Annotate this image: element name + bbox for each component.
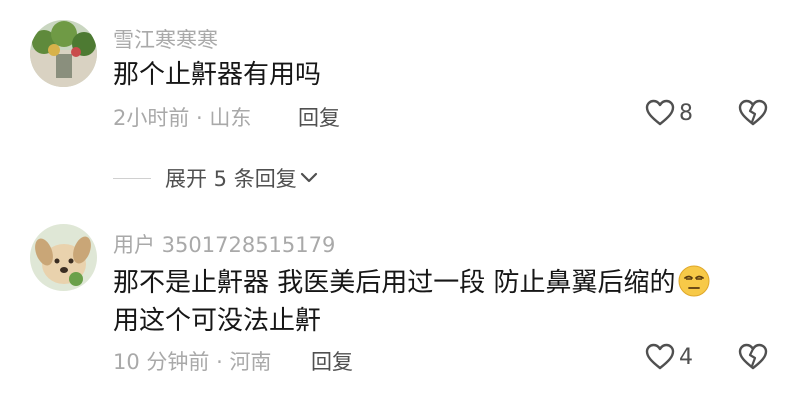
comment-location: 河南 [229,350,272,374]
expand-replies[interactable]: 展开 5 条回复 [113,163,319,193]
comment-text: 那个止鼾器有用吗 [113,56,321,94]
comment-username[interactable]: 用户 3501728515179 [113,229,335,259]
comment-text: 那不是止鼾器 我医美后用过一段 防止鼻翼后缩的 用这个可没法止鼾 [113,264,710,340]
comment-text-line: 那不是止鼾器 我医美后用过一段 防止鼻翼后缩的 [113,268,676,298]
dog-illustration-avatar-icon [30,224,97,291]
comment-meta: 2小时前 · 山东 [113,106,252,130]
dislike-button[interactable] [738,343,768,375]
like-button[interactable]: 4 [645,343,693,371]
reply-button[interactable]: 回复 [298,102,340,132]
comment-time: 2小时前 [113,106,190,130]
expand-replies-label[interactable]: 展开 5 条回复 [165,163,297,193]
heart-icon [645,99,675,126]
comment-text-line: 用这个可没法止鼾 [113,306,322,336]
heart-icon [645,343,675,370]
avatar[interactable] [30,224,97,291]
plant-photo-avatar-icon [30,20,97,87]
dislike-button[interactable] [738,99,768,131]
comment-meta: 10 分钟前 · 河南 [113,350,272,374]
like-button[interactable]: 8 [645,99,693,127]
smug-face-emoji-icon [678,265,710,297]
comment-location: 山东 [209,106,252,130]
divider [113,177,151,179]
like-count: 4 [679,344,693,370]
comment-text-line: 那个止鼾器有用吗 [113,60,322,90]
broken-heart-icon [738,99,768,126]
avatar[interactable] [30,20,97,87]
comment-username[interactable]: 雪江寒寒寒 [113,24,218,54]
comment-time: 10 分钟前 [113,350,210,374]
broken-heart-icon [738,343,768,370]
like-count: 8 [679,100,693,126]
reply-button[interactable]: 回复 [311,346,353,376]
comment-item: 雪江寒寒寒 那个止鼾器有用吗 2小时前 · 山东 回复 8 [0,0,800,150]
chevron-down-icon [300,172,317,183]
